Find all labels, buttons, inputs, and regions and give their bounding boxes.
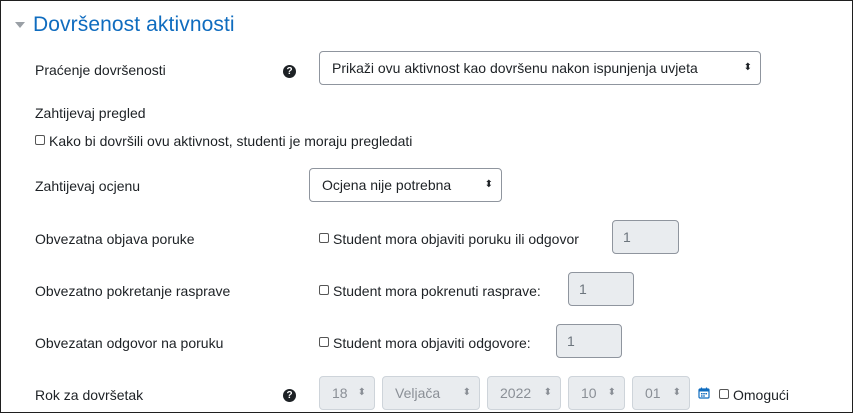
require-replies-row: Student mora objaviti odgovore: (319, 335, 531, 351)
select-arrows-icon: ⬍ (607, 387, 616, 398)
enable-date-checkbox[interactable] (719, 389, 729, 399)
require-posts-value: 1 (623, 229, 631, 245)
section-header[interactable]: Dovršenost aktivnosti (15, 13, 235, 37)
enable-date-row: Omogući (719, 387, 789, 403)
require-discussions-checkbox-label: Student mora pokrenuti rasprave: (333, 283, 541, 299)
select-arrows-icon: ⬍ (743, 62, 752, 73)
completion-tracking-value: Prikaži ovu aktivnost kao dovršenu nakon… (332, 60, 698, 76)
require-posts-input[interactable]: 1 (612, 220, 679, 254)
require-discussions-input[interactable]: 1 (568, 272, 634, 306)
require-discussions-label: Obvezatno pokretanje rasprave (35, 283, 231, 299)
completion-section: Dovršenost aktivnosti Praćenje dovršenos… (0, 0, 853, 413)
calendar-icon[interactable] (698, 387, 710, 399)
caret-down-icon[interactable] (15, 22, 25, 28)
hour-value: 10 (581, 385, 597, 401)
month-value: Veljača (395, 385, 441, 401)
require-discussions-value: 1 (579, 281, 587, 297)
require-replies-checkbox-label: Student mora objaviti odgovore: (333, 335, 531, 351)
require-discussions-row: Student mora pokrenuti rasprave: (319, 283, 541, 299)
day-select[interactable]: 18 ⬍ (319, 376, 375, 410)
year-select[interactable]: 2022 ⬍ (487, 376, 561, 410)
require-replies-value: 1 (567, 333, 575, 349)
require-view-label: Zahtijevaj pregled (35, 105, 146, 121)
require-replies-checkbox[interactable] (319, 337, 329, 347)
require-grade-select[interactable]: Ocjena nije potrebna ⬍ (309, 168, 502, 202)
minute-select[interactable]: 01 ⬍ (632, 376, 690, 410)
completion-date-label: Rok za dovršetak (35, 387, 144, 403)
select-arrows-icon: ⬍ (672, 387, 681, 398)
month-select[interactable]: Veljača ⬍ (382, 376, 480, 410)
require-view-checkbox[interactable] (35, 135, 45, 145)
day-value: 18 (332, 385, 348, 401)
require-view-row: Kako bi dovršili ovu aktivnost, studenti… (35, 133, 412, 149)
select-arrows-icon: ⬍ (357, 387, 366, 398)
help-icon[interactable]: ? (283, 65, 296, 78)
section-title: Dovršenost aktivnosti (33, 13, 235, 36)
select-arrows-icon: ⬍ (484, 179, 493, 190)
require-posts-label: Obvezatna objava poruke (35, 231, 195, 247)
require-grade-label: Zahtijevaj ocjenu (35, 178, 141, 194)
minute-value: 01 (645, 385, 661, 401)
require-posts-checkbox-label: Student mora objaviti poruku ili odgovor (333, 231, 579, 247)
completion-tracking-label: Praćenje dovršenosti (35, 62, 166, 78)
require-posts-checkbox[interactable] (319, 233, 329, 243)
require-replies-label: Obvezatan odgovor na poruku (35, 335, 224, 351)
require-grade-value: Ocjena nije potrebna (322, 177, 452, 193)
select-arrows-icon: ⬍ (543, 387, 552, 398)
help-icon[interactable]: ? (283, 389, 296, 402)
enable-date-label: Omogući (733, 387, 790, 403)
require-replies-input[interactable]: 1 (556, 324, 622, 358)
require-view-checkbox-label: Kako bi dovršili ovu aktivnost, studenti… (49, 133, 413, 149)
require-posts-row: Student mora objaviti poruku ili odgovor (319, 231, 579, 247)
select-arrows-icon: ⬍ (462, 387, 471, 398)
hour-select[interactable]: 10 ⬍ (568, 376, 625, 410)
completion-tracking-select[interactable]: Prikaži ovu aktivnost kao dovršenu nakon… (319, 51, 761, 85)
year-value: 2022 (500, 385, 532, 401)
require-discussions-checkbox[interactable] (319, 285, 329, 295)
